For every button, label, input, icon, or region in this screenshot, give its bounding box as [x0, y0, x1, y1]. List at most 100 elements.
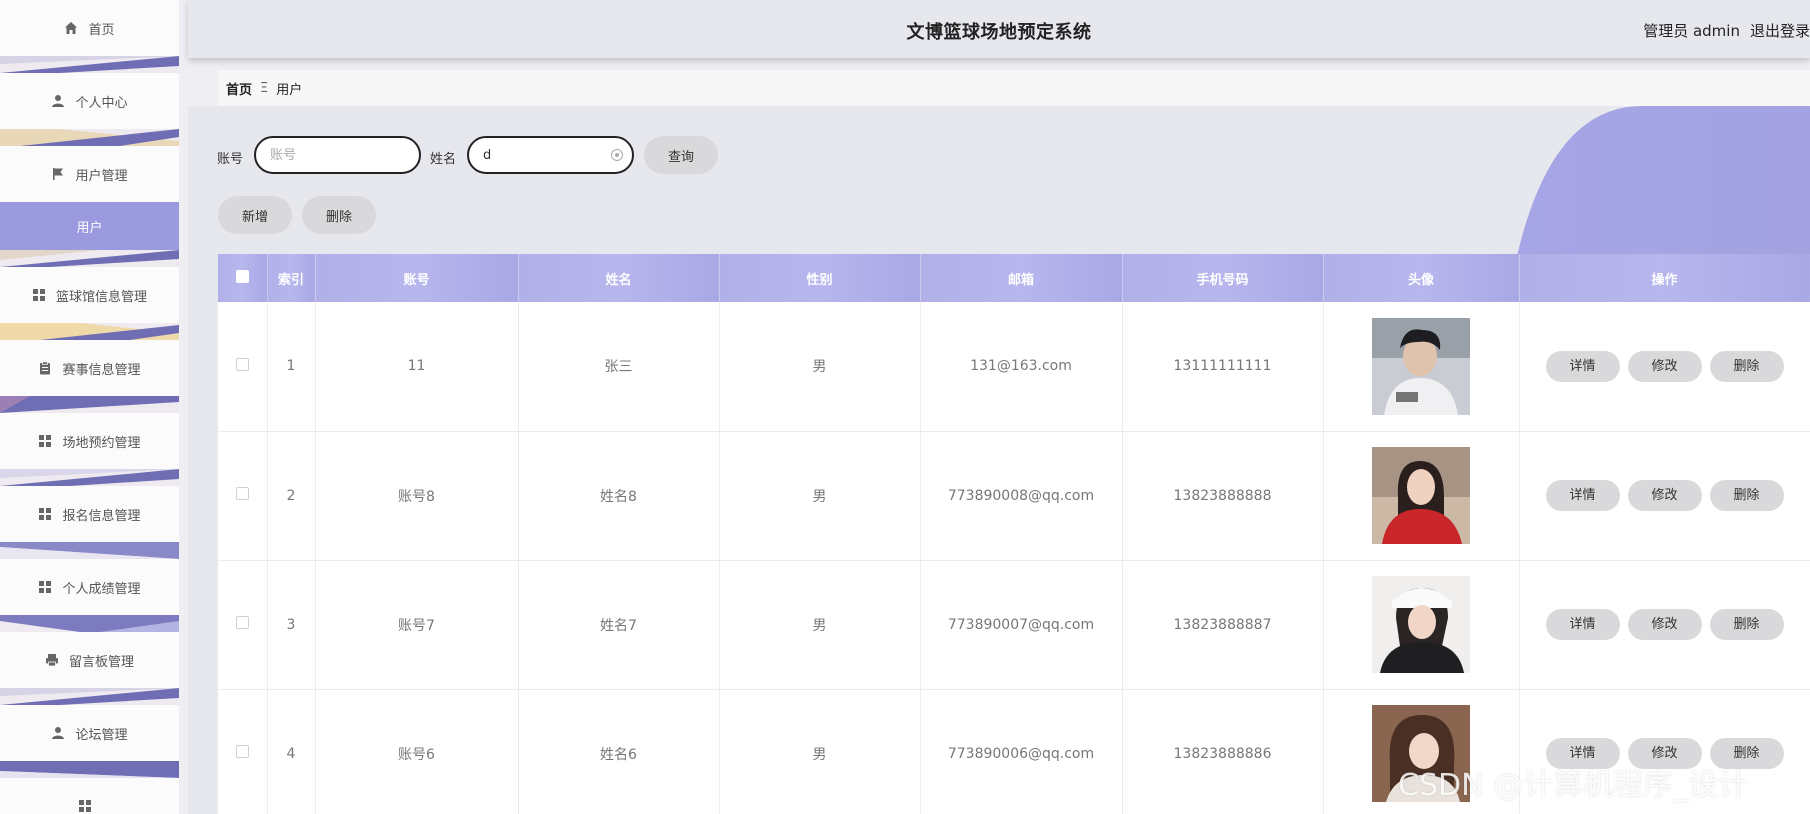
sidebar-subitem-user[interactable]: 用户 — [0, 202, 179, 250]
row-select-cell[interactable] — [218, 302, 268, 432]
add-button[interactable]: 新增 — [218, 196, 292, 234]
sidebar-divider — [0, 250, 179, 267]
sidebar-divider — [0, 761, 179, 778]
name-search-input[interactable] — [467, 136, 634, 174]
delete-button[interactable]: 删除 — [1709, 480, 1784, 511]
sidebar-item-registration-info[interactable]: 报名信息管理 — [0, 486, 179, 542]
sidebar-divider — [0, 542, 179, 559]
table-row: 2 账号8 姓名8 男 773890008@qq.com 13823888888… — [218, 431, 1810, 561]
grid-icon — [38, 507, 52, 521]
site-title: 文博篮球场地预定系统 — [906, 22, 1092, 43]
sidebar-item-court-reservation[interactable]: 场地预约管理 — [0, 413, 179, 469]
decorative-shape — [1517, 106, 1810, 256]
cell-phone: 13823888887 — [1122, 560, 1324, 690]
avatar — [1372, 576, 1470, 673]
row-select-cell[interactable] — [218, 431, 268, 561]
cell-gender: 男 — [719, 689, 921, 814]
cell-gender: 男 — [719, 431, 921, 561]
cell-email: 773890007@qq.com — [920, 560, 1123, 690]
table-header-row: 索引 账号 姓名 性别 邮箱 手机号码 头像 操作 — [218, 254, 1810, 302]
account-search-input[interactable] — [254, 136, 421, 174]
row-checkbox[interactable] — [235, 357, 249, 371]
account-label: 账号 — [217, 152, 244, 167]
row-checkbox[interactable] — [235, 616, 249, 629]
row-select-cell[interactable] — [218, 689, 268, 814]
cell-email: 773890008@qq.com — [920, 431, 1123, 561]
column-header: 性别 — [719, 254, 921, 302]
clear-input-icon[interactable] — [611, 149, 623, 161]
row-checkbox[interactable] — [235, 745, 249, 758]
batch-delete-button[interactable]: 删除 — [302, 196, 376, 234]
select-all-header[interactable] — [218, 254, 268, 302]
row-checkbox[interactable] — [235, 487, 249, 500]
delete-button[interactable]: 删除 — [1709, 350, 1784, 382]
sidebar-item-label: 赛事信息管理 — [62, 362, 141, 378]
column-header: 头像 — [1323, 254, 1520, 302]
flag-icon — [51, 167, 65, 181]
cell-actions: 详情 修改 删除 — [1519, 302, 1810, 432]
sidebar-item-message-board[interactable]: 留言板管理 — [0, 632, 179, 688]
header-user-area: 管理员 admin 退出登录 — [1633, 20, 1810, 41]
sidebar-item-label: 论坛管理 — [75, 727, 128, 743]
sidebar-item-event-info[interactable]: 赛事信息管理 — [0, 340, 179, 396]
grid-icon — [38, 434, 52, 448]
column-header: 手机号码 — [1122, 254, 1324, 302]
cell-gender: 男 — [719, 560, 921, 690]
detail-button[interactable]: 详情 — [1545, 350, 1620, 382]
current-user-label: 管理员 admin — [1643, 22, 1740, 40]
sidebar-item-label: 用户 — [76, 220, 103, 236]
cell-avatar — [1323, 302, 1520, 432]
cell-name: 姓名8 — [518, 431, 720, 561]
user-table: 索引 账号 姓名 性别 邮箱 手机号码 头像 操作 1 11 张三 男 131@… — [218, 254, 1810, 814]
cell-index: 1 — [267, 302, 316, 432]
sidebar: 首页 个人中心 用户管理 用户 篮球馆信息管理 赛事信息管理 场地预约管理 报名… — [0, 0, 179, 814]
edit-button[interactable]: 修改 — [1627, 480, 1702, 511]
avatar — [1372, 447, 1470, 544]
cell-actions: 详情 修改 删除 — [1519, 560, 1810, 690]
clipboard-icon — [38, 361, 52, 375]
select-all-checkbox[interactable] — [235, 269, 249, 283]
sidebar-item-personal-center[interactable]: 个人中心 — [0, 73, 179, 129]
edit-button[interactable]: 修改 — [1627, 350, 1702, 382]
query-button[interactable]: 查询 — [644, 136, 718, 174]
sidebar-item-gym-info[interactable]: 篮球馆信息管理 — [0, 267, 179, 323]
detail-button[interactable]: 详情 — [1545, 480, 1620, 511]
printer-icon — [45, 653, 59, 667]
cell-avatar — [1323, 560, 1520, 690]
column-header: 索引 — [267, 254, 316, 302]
sidebar-divider — [0, 396, 179, 413]
sidebar-item-forum[interactable]: 论坛管理 — [0, 705, 179, 761]
breadcrumb-home[interactable]: 首页 — [226, 79, 252, 98]
sidebar-item-label: 留言板管理 — [68, 654, 134, 670]
sidebar-item-label: 场地预约管理 — [62, 435, 141, 451]
sidebar-divider — [0, 688, 179, 705]
cell-account: 账号7 — [315, 560, 519, 690]
column-header: 账号 — [315, 254, 519, 302]
breadcrumb-separator-icon: Ξ — [260, 80, 269, 96]
sidebar-item-partial[interactable] — [0, 778, 179, 814]
cell-gender: 男 — [719, 302, 921, 432]
sidebar-item-personal-scores[interactable]: 个人成绩管理 — [0, 559, 179, 615]
cell-phone: 13111111111 — [1122, 302, 1324, 432]
delete-button[interactable]: 删除 — [1709, 609, 1784, 640]
sidebar-item-home[interactable]: 首页 — [0, 0, 179, 56]
detail-button[interactable]: 详情 — [1545, 609, 1620, 640]
home-icon — [64, 21, 78, 35]
cell-phone: 13823888886 — [1122, 689, 1324, 814]
person-icon — [51, 726, 65, 740]
logout-link[interactable]: 退出登录 — [1750, 22, 1810, 40]
cell-phone: 13823888888 — [1122, 431, 1324, 561]
column-header: 邮箱 — [920, 254, 1123, 302]
sidebar-divider — [0, 323, 179, 340]
watermark: CSDN @计算机程序_设计 — [1398, 768, 1749, 803]
sidebar-item-label: 用户管理 — [75, 168, 128, 184]
row-select-cell[interactable] — [218, 560, 268, 690]
top-header: 文博篮球场地预定系统 管理员 admin 退出登录 — [188, 0, 1810, 58]
edit-button[interactable]: 修改 — [1627, 609, 1702, 640]
sidebar-item-user-management[interactable]: 用户管理 — [0, 146, 179, 202]
sidebar-item-label: 首页 — [88, 22, 115, 38]
cell-actions: 详情 修改 删除 — [1519, 431, 1810, 561]
avatar — [1372, 317, 1470, 415]
cell-account: 11 — [315, 302, 519, 432]
sidebar-divider — [0, 56, 179, 73]
